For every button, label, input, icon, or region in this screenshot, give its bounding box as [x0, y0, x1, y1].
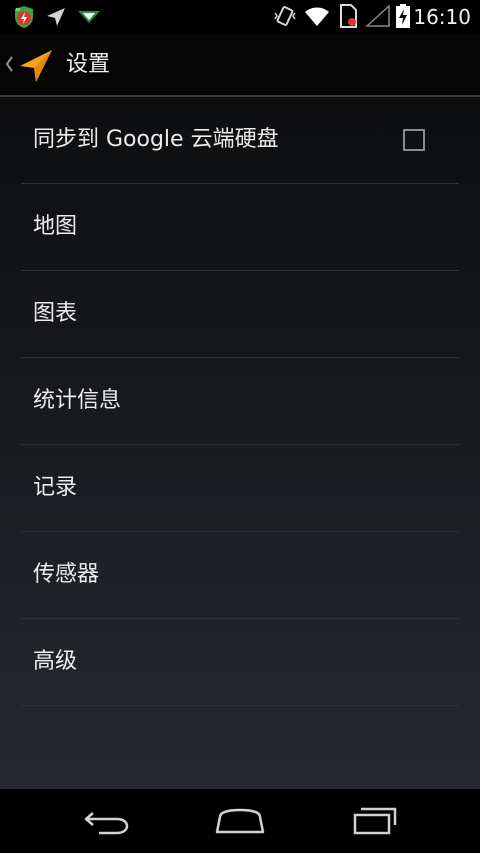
pref-label: 图表 — [33, 301, 78, 326]
sim-card-icon — [340, 4, 357, 28]
battery-charging-icon — [396, 4, 410, 28]
vibrate-icon — [274, 6, 296, 26]
action-bar: 设置 — [0, 33, 480, 95]
status-time: 16:10 — [413, 5, 471, 29]
pref-label: 记录 — [33, 475, 78, 500]
cell-signal-icon — [365, 5, 390, 27]
pref-advanced[interactable]: 高级 — [21, 619, 459, 706]
pref-label: 传感器 — [33, 562, 100, 587]
pref-charts[interactable]: 图表 — [21, 271, 459, 358]
up-navigation-button[interactable] — [0, 33, 60, 95]
pref-sensors[interactable]: 传感器 — [21, 532, 459, 619]
pref-map[interactable]: 地图 — [21, 184, 459, 271]
orange-navigation-arrow-icon — [20, 50, 52, 82]
sync-checkbox[interactable] — [403, 129, 425, 151]
pref-recording[interactable]: 记录 — [21, 445, 459, 532]
green-shield-app-icon — [15, 6, 33, 28]
recent-apps-button[interactable] — [325, 789, 425, 853]
settings-content: 同步到 Google 云端硬盘 地图 图表 统计信息 记录 传感器 高级 — [0, 97, 480, 789]
home-icon — [215, 808, 265, 834]
status-bar: 16:10 — [0, 0, 480, 33]
back-icon — [84, 812, 129, 835]
pref-label: 统计信息 — [33, 388, 122, 413]
navigation-bar — [0, 789, 480, 853]
wifi-icon — [305, 7, 329, 26]
download-arrow-icon — [78, 11, 100, 23]
chevron-left-icon — [5, 56, 13, 72]
back-button[interactable] — [57, 789, 157, 853]
pref-label: 地图 — [33, 214, 78, 239]
pref-label: 同步到 Google 云端硬盘 — [33, 127, 279, 152]
preference-list: 同步到 Google 云端硬盘 地图 图表 统计信息 记录 传感器 高级 — [21, 97, 459, 706]
recent-apps-icon — [353, 807, 397, 835]
pref-statistics[interactable]: 统计信息 — [21, 358, 459, 445]
home-button[interactable] — [190, 789, 290, 853]
page-title: 设置 — [66, 52, 111, 77]
pref-sync-google-drive[interactable]: 同步到 Google 云端硬盘 — [21, 97, 459, 184]
location-arrow-icon — [47, 8, 65, 26]
pref-label: 高级 — [33, 649, 78, 674]
